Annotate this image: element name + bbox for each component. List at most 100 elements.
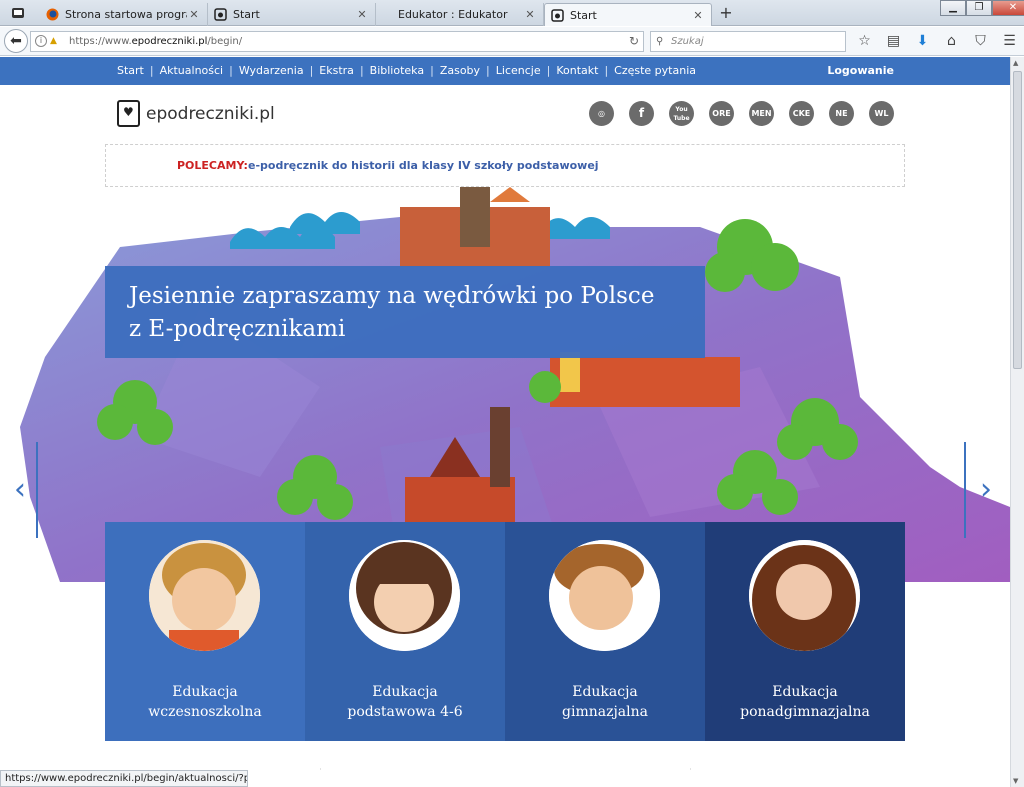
card-label: Edukacja podstawowa 4-6 <box>305 682 505 722</box>
chevron-right-icon: › <box>980 472 992 507</box>
recommend-label: POLECAMY: <box>177 159 248 172</box>
card-ponadgimnazjalna[interactable]: Edukacja ponadgimnazjalna <box>705 522 905 741</box>
tab-close-icon[interactable]: ✕ <box>355 8 369 21</box>
tab-label: Edukator : Edukator <box>398 8 508 21</box>
ore-link[interactable]: ORE <box>709 101 734 126</box>
url-prefix: https://www. <box>69 36 132 47</box>
card-line2: ponadgimnazjalna <box>740 704 870 720</box>
status-bar: https://www.epodreczniki.pl/begin/aktual… <box>0 770 248 787</box>
back-button[interactable]: ⬅ <box>4 29 28 53</box>
firefox-icon <box>46 8 59 21</box>
tab-label: Strona startowa programu ... <box>65 8 187 21</box>
social-links: ◎ f You Tube ORE MEN CKE NE WL <box>589 101 909 126</box>
tab-start-active[interactable]: Start ✕ <box>544 3 712 26</box>
card-label: Edukacja wczesnoszkolna <box>105 682 305 722</box>
new-tab-button[interactable]: + <box>716 4 736 22</box>
tab-label: Start <box>233 8 260 21</box>
minimize-button[interactable]: ▁ <box>940 0 966 16</box>
nav-link-biblioteka[interactable]: Biblioteka <box>354 64 424 77</box>
warning-lock-icon[interactable]: ▲ <box>50 35 62 47</box>
card-label: Edukacja gimnazjalna <box>505 682 705 722</box>
vertical-scrollbar[interactable]: ▲ ▼ <box>1010 57 1024 787</box>
browser-tab-bar: Strona startowa programu ... ✕ Start ✕ E… <box>0 0 1024 26</box>
men-link[interactable]: MEN <box>749 101 774 126</box>
nav-link-ekstra[interactable]: Ekstra <box>304 64 354 77</box>
nav-link-faq[interactable]: Częste pytania <box>598 64 696 77</box>
download-icon[interactable]: ⬇ <box>908 31 937 52</box>
site-logo[interactable]: epodreczniki.pl <box>117 100 275 127</box>
nav-link-zasoby[interactable]: Zasoby <box>424 64 480 77</box>
card-label: Edukacja ponadgimnazjalna <box>705 682 905 722</box>
chevron-left-icon: ‹ <box>14 472 26 507</box>
nav-link-wydarzenia[interactable]: Wydarzenia <box>223 64 304 77</box>
tab-list-icon <box>12 8 24 18</box>
tab-edukator[interactable]: Edukator : Edukator ✕ <box>376 3 544 26</box>
card-line2: gimnazjalna <box>562 704 648 720</box>
divider <box>690 768 691 770</box>
ne-link[interactable]: NE <box>829 101 854 126</box>
divider <box>320 768 321 770</box>
carousel-next-button[interactable]: › <box>964 442 994 538</box>
close-window-button[interactable]: ✕ <box>992 0 1024 16</box>
recommend-link[interactable]: e-podręcznik do historii dla klasy IV sz… <box>248 159 599 172</box>
card-line1: Edukacja <box>772 684 838 700</box>
globe-icon[interactable]: ◎ <box>589 101 614 126</box>
hero-title[interactable]: Jesiennie zapraszamy na wędrówki po Pols… <box>105 266 705 358</box>
reload-icon[interactable]: ↻ <box>629 32 639 51</box>
search-placeholder: Szukaj <box>671 36 704 47</box>
tab-close-icon[interactable]: ✕ <box>691 9 705 22</box>
info-icon[interactable]: i <box>35 35 47 47</box>
teen-avatar-4 <box>749 540 860 651</box>
card-line2: wczesnoszkolna <box>148 704 262 720</box>
card-podstawowa[interactable]: Edukacja podstawowa 4-6 <box>305 522 505 741</box>
nav-link-aktualnosci[interactable]: Aktualności <box>144 64 224 77</box>
education-levels: Edukacja wczesnoszkolna Edukacja podstaw… <box>105 522 905 741</box>
pocket-icon[interactable]: ⛉ <box>966 31 995 52</box>
arrow-left-icon: ⬅ <box>10 33 22 49</box>
clipboard-icon[interactable]: ▤ <box>879 31 908 52</box>
star-icon[interactable]: ☆ <box>850 31 879 52</box>
carousel-prev-button[interactable]: ‹ <box>8 442 38 538</box>
recommend-banner: POLECAMY: e-podręcznik do historii dla k… <box>105 144 905 187</box>
logo-text: epodreczniki.pl <box>146 103 275 124</box>
nav-link-start[interactable]: Start <box>117 64 144 77</box>
epodreczniki-icon <box>214 8 227 21</box>
facebook-icon[interactable]: f <box>629 101 654 126</box>
tab-start-1[interactable]: Start ✕ <box>208 3 376 26</box>
card-line1: Edukacja <box>372 684 438 700</box>
search-input[interactable]: ⚲ Szukaj <box>650 31 846 52</box>
tab-close-icon[interactable]: ✕ <box>187 8 201 21</box>
card-gimnazjalna[interactable]: Edukacja gimnazjalna <box>505 522 705 741</box>
epodreczniki-icon <box>551 8 564 22</box>
nav-link-licencje[interactable]: Licencje <box>480 64 541 77</box>
restore-button[interactable]: ❐ <box>966 0 992 16</box>
home-icon[interactable]: ⌂ <box>937 31 966 52</box>
cke-link[interactable]: CKE <box>789 101 814 126</box>
youtube-icon[interactable]: You Tube <box>669 101 694 126</box>
child-avatar-3 <box>549 540 660 651</box>
child-avatar-2 <box>349 540 460 651</box>
wl-link[interactable]: WL <box>869 101 894 126</box>
firefox-menu-button[interactable] <box>4 3 34 23</box>
child-avatar-1 <box>149 540 260 651</box>
card-line2: podstawowa 4-6 <box>347 704 463 720</box>
nav-link-kontakt[interactable]: Kontakt <box>541 64 598 77</box>
url-domain: epodreczniki.pl <box>131 36 208 47</box>
url-path: /begin/ <box>207 36 243 47</box>
toolbar-icons: ☆ ▤ ⬇ ⌂ ⛉ ☰ <box>850 31 1024 52</box>
site-top-nav: Start Aktualności Wydarzenia Ekstra Bibl… <box>0 57 1010 85</box>
scrollbar-thumb[interactable] <box>1013 71 1022 369</box>
hamburger-menu-icon[interactable]: ☰ <box>995 31 1024 52</box>
scroll-down-icon[interactable]: ▼ <box>1013 777 1018 785</box>
tab-strona-startowa[interactable]: Strona startowa programu ... ✕ <box>40 3 208 26</box>
web-page: Start Aktualności Wydarzenia Ekstra Bibl… <box>0 57 1010 770</box>
hero-title-line1: Jesiennie zapraszamy na wędrówki po Pols… <box>129 283 655 309</box>
tab-label: Start <box>570 8 597 22</box>
tab-close-icon[interactable]: ✕ <box>523 8 537 21</box>
card-line1: Edukacja <box>172 684 238 700</box>
card-wczesnoszkolna[interactable]: Edukacja wczesnoszkolna <box>105 522 305 741</box>
url-bar[interactable]: i ▲ https://www.epodreczniki.pl/begin/ ↻ <box>30 31 644 52</box>
scroll-up-icon[interactable]: ▲ <box>1013 59 1018 67</box>
search-icon: ⚲ <box>656 36 664 47</box>
login-link[interactable]: Logowanie <box>827 64 894 77</box>
